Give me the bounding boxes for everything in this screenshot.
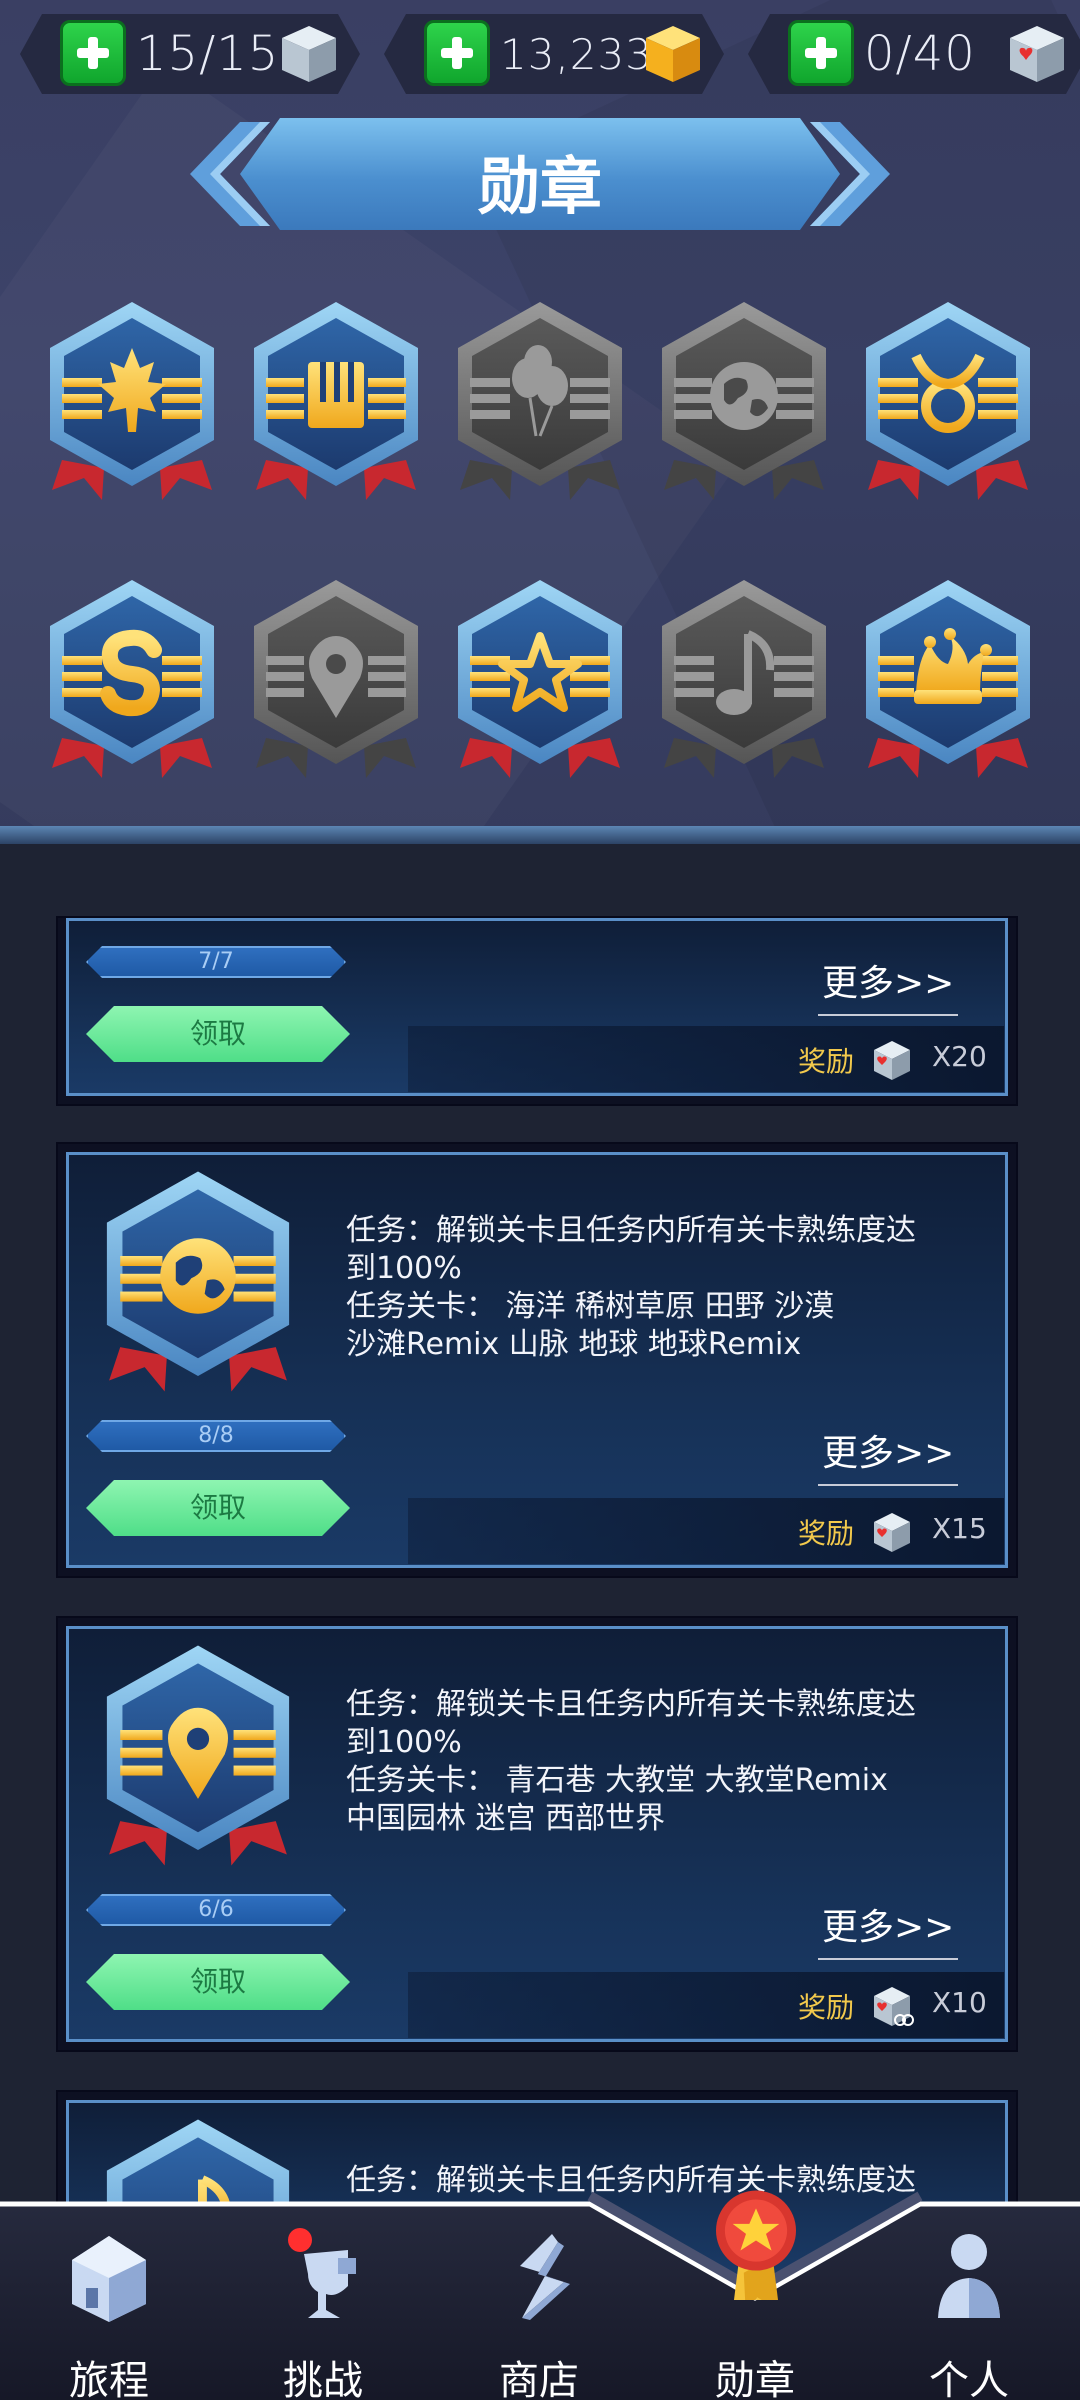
task-progress: 7/7: [86, 946, 346, 978]
add-hearts-button[interactable]: [788, 20, 854, 86]
more-link[interactable]: 更多>>: [818, 1424, 959, 1486]
task-line: 到100%: [346, 1725, 462, 1760]
nav-label: 个人: [929, 2358, 1009, 2400]
heart-cube-icon: [874, 1041, 910, 1080]
gold-cube-icon: [640, 20, 706, 86]
claim-button[interactable]: 领取: [86, 1954, 350, 2010]
earth-medal[interactable]: [98, 1168, 298, 1404]
taurus-medal[interactable]: [858, 300, 1038, 510]
nav-journey[interactable]: 旅程: [24, 2226, 194, 2400]
heart-cube-icon: [874, 1513, 910, 1552]
nav-profile[interactable]: 个人: [884, 2226, 1054, 2400]
task-line: 任务：解锁关卡且任务内所有关卡熟练度达: [346, 1213, 916, 1248]
reward-value: X10: [932, 1986, 987, 2019]
reward-label: 奖励: [798, 1517, 855, 1550]
header-divider: [0, 826, 1080, 844]
lives-counter: 15/15: [20, 14, 360, 94]
task-card: 任务：解锁关卡且任务内所有关卡熟练度达 到100% 任务关卡： 海洋 稀树草原 …: [56, 1142, 1018, 1578]
title-banner: 勋章: [180, 118, 900, 230]
more-link[interactable]: 更多>>: [818, 1898, 959, 1960]
nav-medals[interactable]: 勋章: [670, 2190, 840, 2400]
maple-leaf-medal[interactable]: [42, 300, 222, 510]
person-icon: [938, 2234, 1000, 2318]
task-description: 任务：解锁关卡且任务内所有关卡熟练度达 到100% 任务关卡： 青石巷 大教堂 …: [346, 1686, 986, 1838]
claim-button[interactable]: 领取: [86, 1480, 350, 1536]
earth-medal-locked[interactable]: [654, 300, 834, 510]
reward-bar: [408, 1972, 1004, 2038]
reward-bar: [408, 1498, 1004, 1564]
music-note-medal-locked[interactable]: [654, 578, 834, 788]
cube-icon: [276, 20, 342, 86]
piano-medal[interactable]: [246, 300, 426, 510]
task-card: 7/7 领取 更多>> 奖励 X20: [56, 916, 1018, 1106]
jester-hat-medal[interactable]: [858, 578, 1038, 788]
claim-button[interactable]: 领取: [86, 1006, 350, 1062]
nav-label: 旅程: [69, 2358, 149, 2400]
add-coins-button[interactable]: [424, 20, 490, 86]
reward-value: X15: [932, 1512, 987, 1545]
location-medal-locked[interactable]: [246, 578, 426, 788]
reward-value: X20: [932, 1040, 987, 1073]
hearts-counter: 0/40: [748, 14, 1080, 94]
more-link[interactable]: 更多>>: [818, 954, 959, 1016]
coins-counter: 13,233: [384, 14, 724, 94]
reward-bar: [408, 1026, 1004, 1092]
trophy-icon: [288, 2228, 356, 2318]
task-levels: 中国园林 迷宫 西部世界: [346, 1801, 666, 1836]
nav-label: 商店: [499, 2358, 579, 2400]
hearts-value: 0/40: [864, 26, 976, 82]
task-levels: 沙滩Remix 山脉 地球 地球Remix: [346, 1327, 802, 1362]
bottom-nav: 旅程 挑战 商店 勋章 个人: [0, 2186, 1080, 2400]
balloons-medal-locked[interactable]: [450, 300, 630, 510]
star-medal[interactable]: [450, 578, 630, 788]
add-lives-button[interactable]: [60, 20, 126, 86]
coins-value: 13,233: [500, 30, 653, 79]
task-levels: 任务关卡： 青石巷 大教堂 大教堂Remix: [346, 1763, 888, 1798]
nav-label: 挑战: [283, 2358, 363, 2400]
task-line: 到100%: [346, 1251, 462, 1286]
cube-with-item-icon: [874, 1987, 914, 2026]
location-medal[interactable]: [98, 1642, 298, 1878]
shop-s-icon: [520, 2234, 570, 2320]
page-title: 勋章: [477, 150, 602, 223]
nav-shop[interactable]: 商店: [454, 2226, 624, 2400]
task-levels: 任务关卡： 海洋 稀树草原 田野 沙漠: [346, 1289, 835, 1324]
medal-icon: [716, 2190, 796, 2300]
lives-value: 15/15: [136, 26, 280, 82]
reward-label: 奖励: [798, 1991, 855, 2024]
house-icon: [72, 2236, 146, 2322]
heart-cube-icon: [1004, 20, 1070, 86]
task-description: 任务：解锁关卡且任务内所有关卡熟练度达 到100% 任务关卡： 海洋 稀树草原 …: [346, 1212, 986, 1364]
task-line: 任务：解锁关卡且任务内所有关卡熟练度达: [346, 1687, 916, 1722]
task-progress: 6/6: [86, 1894, 346, 1926]
task-progress: 8/8: [86, 1420, 346, 1452]
reward-label: 奖励: [798, 1045, 855, 1078]
task-card: 任务：解锁关卡且任务内所有关卡熟练度达 到100% 任务关卡： 青石巷 大教堂 …: [56, 1616, 1018, 2052]
nav-challenge[interactable]: 挑战: [238, 2226, 408, 2400]
letter-s-medal[interactable]: [42, 578, 222, 788]
nav-label: 勋章: [715, 2358, 795, 2400]
